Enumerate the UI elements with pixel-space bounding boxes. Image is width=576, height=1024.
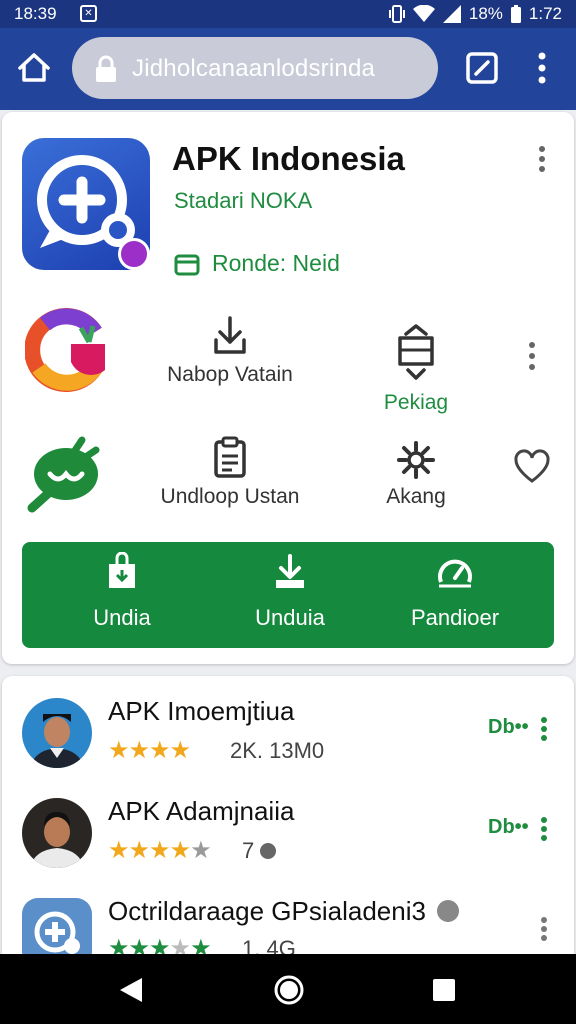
app-logo[interactable] [22,138,150,270]
app-status-text: Ronde: Neid [212,250,340,276]
install-bag-icon [109,551,135,588]
android-logo[interactable] [22,434,106,514]
home-icon [18,53,50,82]
verified-badge-icon [437,900,460,922]
app-title: APK Indonesia [172,140,405,177]
avatar [22,698,92,768]
more-vert-icon [529,342,535,370]
home-circle-icon [274,975,304,1005]
list-item-meta: 2K. 13M0 [230,738,325,763]
favorite-button[interactable] [512,448,552,489]
status-icons: 18% 1:72 [388,4,562,24]
more-vert-icon [541,917,547,941]
android-plug-icon [27,436,100,513]
grid-download-label: Nabop Vatain [167,363,293,386]
item-menu-button[interactable] [540,916,548,947]
calendar-icon [174,254,200,275]
info-dot-icon [260,843,277,859]
speedometer-icon [438,559,472,588]
signal-icon [442,5,461,23]
avatar [22,798,92,868]
grid-settings-label: Akang [386,485,446,508]
url-text: Jidholcanaanlodsrinda [132,55,376,82]
app-list: APK Imoemjtiua ★★★★ 2K. 13M0 Db•• APK Ad… [2,676,574,966]
more-vert-icon [539,146,545,172]
action-bar: Undia Unduia Pandioer [22,542,554,648]
more-vert-icon [541,817,547,841]
download-badge[interactable]: Db•• [488,716,529,739]
list-item-title: APK Imoemjtiua [108,696,295,726]
clock-badge-icon [118,238,150,270]
more-vert-icon [541,717,547,741]
list-item-title: Octrildaraage GPsialadeni3 [108,896,460,927]
system-nav-bar [0,954,576,1024]
action-speed-label: Pandioer [410,605,500,630]
action-install-label: Undia [93,605,151,630]
app-status: Ronde: Neid [174,250,340,277]
recents-square-icon [433,979,455,1001]
status-clock: 1:72 [528,4,562,23]
more-vert-icon [538,52,546,84]
notification-icon: ✕ [80,5,97,22]
item-menu-button[interactable] [540,716,548,747]
list-item[interactable]: APK Adamjnaiia ★★★★★ 7 Db•• [2,776,574,876]
clipboard-icon [214,436,246,478]
app-detail-card: APK Indonesia Stadari NOKA Ronde: Neid N… [2,112,574,664]
download-tray-icon [276,554,304,588]
list-item-meta: 7 [242,838,277,864]
back-triangle-icon [120,978,142,1002]
download-badge[interactable]: Db•• [488,816,529,839]
grid-download[interactable]: Nabop Vatain [150,314,310,387]
item-menu-button[interactable] [540,816,548,847]
home-button[interactable] [14,48,54,88]
back-button[interactable] [118,976,144,1009]
status-bar: 18:39 ✕ 18% 1:72 [0,0,576,28]
grid-package[interactable]: Pekiag [358,324,474,415]
rating-stars: ★★★★ [108,737,191,764]
home-nav-button[interactable] [273,974,305,1011]
browser-menu-button[interactable] [530,50,554,86]
browser-toolbar: Jidholcanaanlodsrinda [0,28,576,110]
tabs-button[interactable] [464,50,500,86]
lock-icon [94,55,118,88]
grid-clipboard[interactable]: Undloop Ustan [140,436,320,509]
settings-gear-icon [397,441,435,479]
recents-button[interactable] [432,978,456,1007]
action-speed[interactable]: Pandioer [402,552,508,631]
grid-clipboard-label: Undloop Ustan [160,485,300,508]
wifi-icon [412,5,435,23]
package-icon [398,324,434,380]
status-time: 18:39 [14,4,57,23]
battery-percent: 18% [468,4,503,23]
vibrate-icon [388,5,405,23]
grid-package-label: Pekiag [383,391,449,414]
grid-menu-button[interactable] [522,340,542,377]
brand-g-icon [24,308,105,392]
app-developer[interactable]: Stadari NOKA [174,188,312,214]
action-install[interactable]: Undia [80,551,164,631]
rating-stars: ★★★★★ [108,837,212,864]
action-download[interactable]: Unduia [244,552,336,631]
action-download-label: Unduia [255,605,325,630]
list-item[interactable]: APK Imoemjtiua ★★★★ 2K. 13M0 Db•• [2,676,574,776]
tabs-icon [466,52,498,84]
list-item-title: APK Adamjnaiia [108,796,295,826]
download-icon [214,316,246,354]
card-menu-button[interactable] [532,144,552,172]
heart-icon [514,449,550,483]
list-item[interactable]: Octrildaraage GPsialadeni3 ★★★★★ 1. 4G [2,876,574,966]
brand-logo[interactable] [22,308,112,392]
grid-settings[interactable]: Akang [374,440,458,509]
address-bar[interactable]: Jidholcanaanlodsrinda [72,37,438,99]
battery-icon [510,5,521,23]
